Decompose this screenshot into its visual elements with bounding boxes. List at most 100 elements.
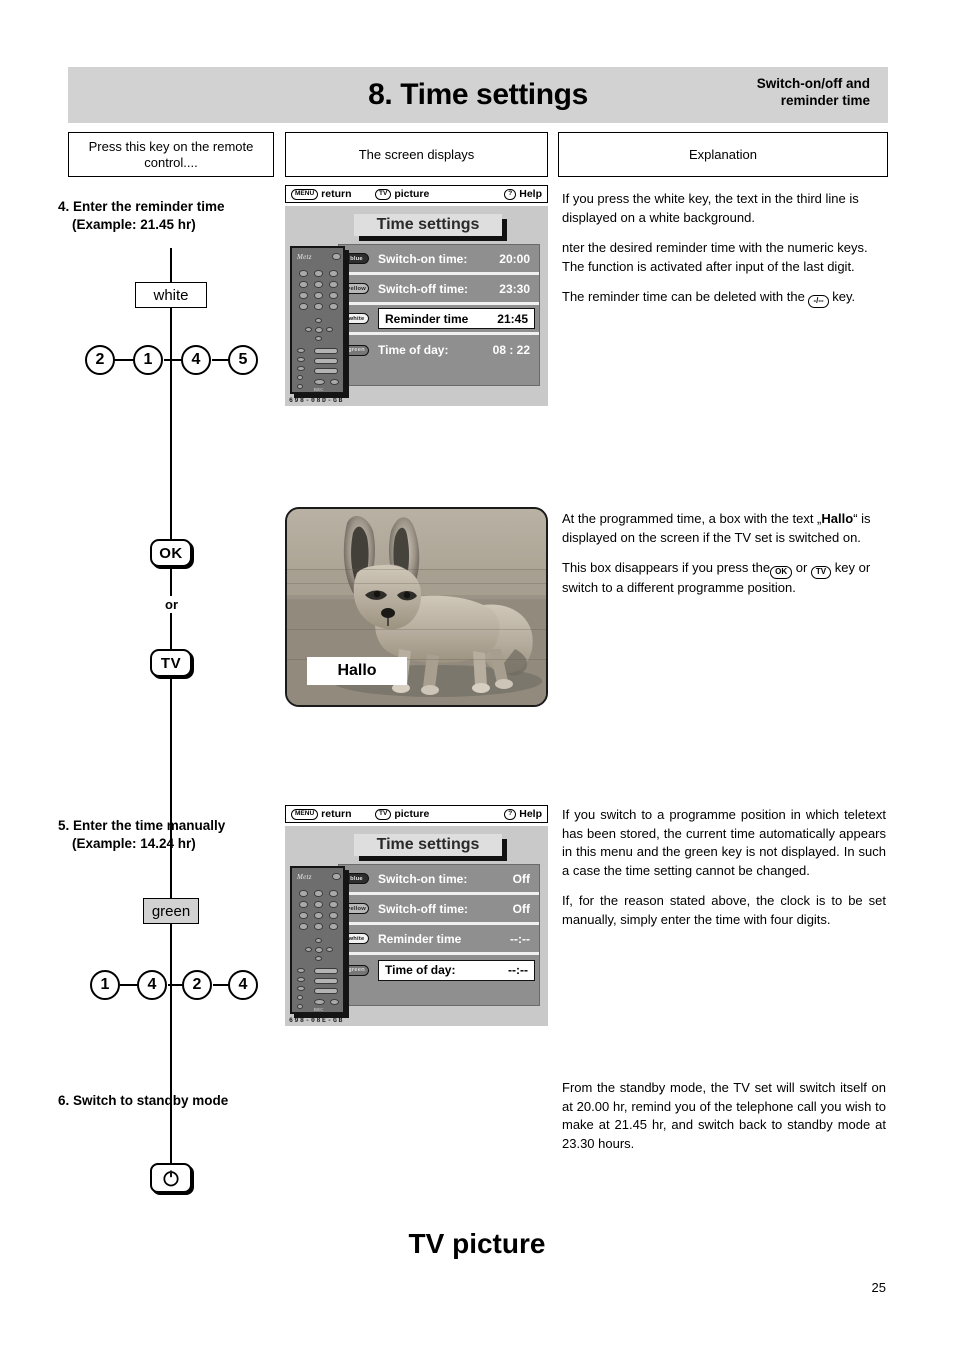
digit-key-4[interactable]: 4 xyxy=(137,970,167,1000)
osd-value-reminder: --:-- xyxy=(510,931,530,946)
digit-connector xyxy=(164,359,182,362)
digit-key-2[interactable]: 2 xyxy=(182,970,212,1000)
remote-brand-logo: Metz xyxy=(297,873,312,881)
color-badge-blue: blue xyxy=(344,253,369,264)
osd-settings-panel: blue Switch-on time: 20:00 yellow Switch… xyxy=(338,244,540,386)
digit-connector xyxy=(113,359,134,362)
step-4-title: 4. Enter the reminder time xyxy=(58,199,225,214)
explanation-step-6: From the standby mode, the TV set will s… xyxy=(562,1079,886,1153)
digit-connector xyxy=(168,984,182,987)
digit-key-4[interactable]: 4 xyxy=(181,345,211,375)
menu-pill-icon: MENU xyxy=(291,808,319,820)
osd-menu-title: Time settings xyxy=(354,834,502,856)
osd-body: Time settings Metz REC blue Switch-on ti… xyxy=(285,206,548,406)
osd-label-time-of-day: Time of day: xyxy=(385,963,456,977)
ok-key[interactable]: OK xyxy=(150,539,192,567)
menu-pill-icon: MENU xyxy=(291,188,319,200)
explanation-photo: At the programmed time, a box with the t… xyxy=(562,510,886,597)
key-white-button[interactable]: white xyxy=(135,282,207,308)
osd-row-switch-off[interactable]: yellow Switch-off time: Off xyxy=(339,895,539,925)
page-subtitle-line1: Switch-on/off and xyxy=(756,76,870,91)
step-6-heading: 6. Switch to standby mode xyxy=(58,1092,288,1110)
tv-pill-icon: TV xyxy=(375,188,392,200)
osd-help-item[interactable]: ? Help xyxy=(504,808,542,820)
explanation-photo-p2: This box disappears if you press the OK o… xyxy=(562,559,886,597)
osd-figure-code: 698-08D-GB xyxy=(289,397,345,404)
osd-value-switch-off: Off xyxy=(512,901,530,916)
explanation-p3-after: key. xyxy=(832,289,856,304)
osd-row-reminder[interactable]: white Reminder time 21:45 xyxy=(339,305,539,335)
explanation-p2: nter the desired reminder time with the … xyxy=(562,240,868,274)
osd-picture-item[interactable]: TV picture xyxy=(375,808,429,820)
explanation-step-5: If you switch to a programme position in… xyxy=(562,806,886,929)
step-4-heading: 4. Enter the reminder time (Example: 21.… xyxy=(58,198,288,234)
osd-screen-1: MENU return TV picture ? Help Time setti… xyxy=(285,185,548,406)
tv-key[interactable]: TV xyxy=(150,649,192,677)
or-label: or xyxy=(160,596,183,613)
osd-return-item[interactable]: MENU return xyxy=(291,808,351,820)
osd-time-of-day-field[interactable]: Time of day: --:-- xyxy=(378,959,535,981)
column-header-explanation: Explanation xyxy=(558,132,888,177)
delete-key-pill-icon: -/-- xyxy=(808,294,829,308)
power-standby-icon xyxy=(163,1170,179,1187)
ok-key-pill-icon: OK xyxy=(770,565,793,579)
osd-row-switch-off[interactable]: yellow Switch-off time: 23:30 xyxy=(339,275,539,305)
osd-picture-item[interactable]: TV picture xyxy=(375,188,429,200)
osd-return-item[interactable]: MENU return xyxy=(291,188,351,200)
help-pill-icon: ? xyxy=(504,808,517,820)
digit-connector xyxy=(213,984,229,987)
explanation-step6-p1: From the standby mode, the TV set will s… xyxy=(562,1080,886,1151)
osd-figure-code: 698-08E-GB xyxy=(289,1017,345,1024)
explanation-step5-p1: If you switch to a programme position in… xyxy=(562,807,886,878)
osd-screen-2: MENU return TV picture ? Help Time setti… xyxy=(285,805,548,1026)
key-green-button[interactable]: green xyxy=(143,898,199,924)
digit-key-1[interactable]: 1 xyxy=(133,345,163,375)
page-header-band: 8. Time settings Switch-on/off and remin… xyxy=(68,67,888,123)
step-5-heading: 5. Enter the time manually (Example: 14.… xyxy=(58,817,288,853)
color-badge-green: green xyxy=(344,344,369,356)
osd-label-reminder: Reminder time xyxy=(385,311,469,326)
color-badge-yellow: yellow xyxy=(344,283,369,294)
flow-line-main xyxy=(170,400,173,1112)
osd-picture-label: picture xyxy=(394,808,430,820)
osd-row-switch-on[interactable]: blue Switch-on time: 20:00 xyxy=(339,245,539,275)
column-header-screen-displays: The screen displays xyxy=(285,132,548,177)
explanation-p1: If you press the white key, the text in … xyxy=(562,191,859,225)
osd-row-time-of-day[interactable]: green Time of day: 08 : 22 xyxy=(339,335,539,365)
digit-connector xyxy=(212,359,229,362)
osd-label-switch-on: Switch-on time: xyxy=(378,251,468,266)
osd-value-reminder: 21:45 xyxy=(497,311,528,326)
explanation-photo-p1: At the programmed time, a box with the t… xyxy=(562,510,886,547)
osd-row-switch-on[interactable]: blue Switch-on time: Off xyxy=(339,865,539,895)
osd-topbar: MENU return TV picture ? Help xyxy=(285,185,548,203)
osd-help-item[interactable]: ? Help xyxy=(504,188,542,200)
flow-line-step4 xyxy=(170,248,173,400)
osd-topbar: MENU return TV picture ? Help xyxy=(285,805,548,823)
digit-key-1[interactable]: 1 xyxy=(90,970,120,1000)
osd-row-reminder[interactable]: white Reminder time --:-- xyxy=(339,925,539,955)
step-5-example: (Example: 14.24 hr) xyxy=(72,836,196,851)
remote-control-illustration: Metz REC xyxy=(290,246,345,394)
color-badge-yellow: yellow xyxy=(344,903,369,914)
color-badge-white: white xyxy=(344,313,369,324)
manual-page: 8. Time settings Switch-on/off and remin… xyxy=(0,0,954,1351)
color-badge-green: green xyxy=(344,964,369,976)
digit-connector xyxy=(120,984,138,987)
digit-key-4b[interactable]: 4 xyxy=(228,970,258,1000)
remote-control-illustration: Metz REC xyxy=(290,866,345,1014)
osd-value-switch-off: 23:30 xyxy=(499,281,530,296)
osd-label-time-of-day: Time of day: xyxy=(378,343,449,357)
remote-rec-label: REC xyxy=(314,387,324,392)
explanation-step-4: If you press the white key, the text in … xyxy=(562,190,886,308)
osd-reminder-field[interactable]: Reminder time 21:45 xyxy=(378,308,535,329)
hallo-overlay-box: Hallo xyxy=(307,657,407,685)
standby-key[interactable] xyxy=(150,1163,192,1193)
explanation-p3-before: The reminder time can be deleted with th… xyxy=(562,289,805,304)
digit-key-2[interactable]: 2 xyxy=(85,345,115,375)
footer-section-title: TV picture xyxy=(408,1228,546,1259)
osd-row-time-of-day[interactable]: green Time of day: --:-- xyxy=(339,955,539,985)
explanation-photo-p2-before: This box disappears if you press the xyxy=(562,560,771,575)
page-number: 25 xyxy=(871,1280,886,1295)
column-header-remote-key: Press this key on the remote control.... xyxy=(68,132,274,177)
digit-key-5[interactable]: 5 xyxy=(228,345,258,375)
